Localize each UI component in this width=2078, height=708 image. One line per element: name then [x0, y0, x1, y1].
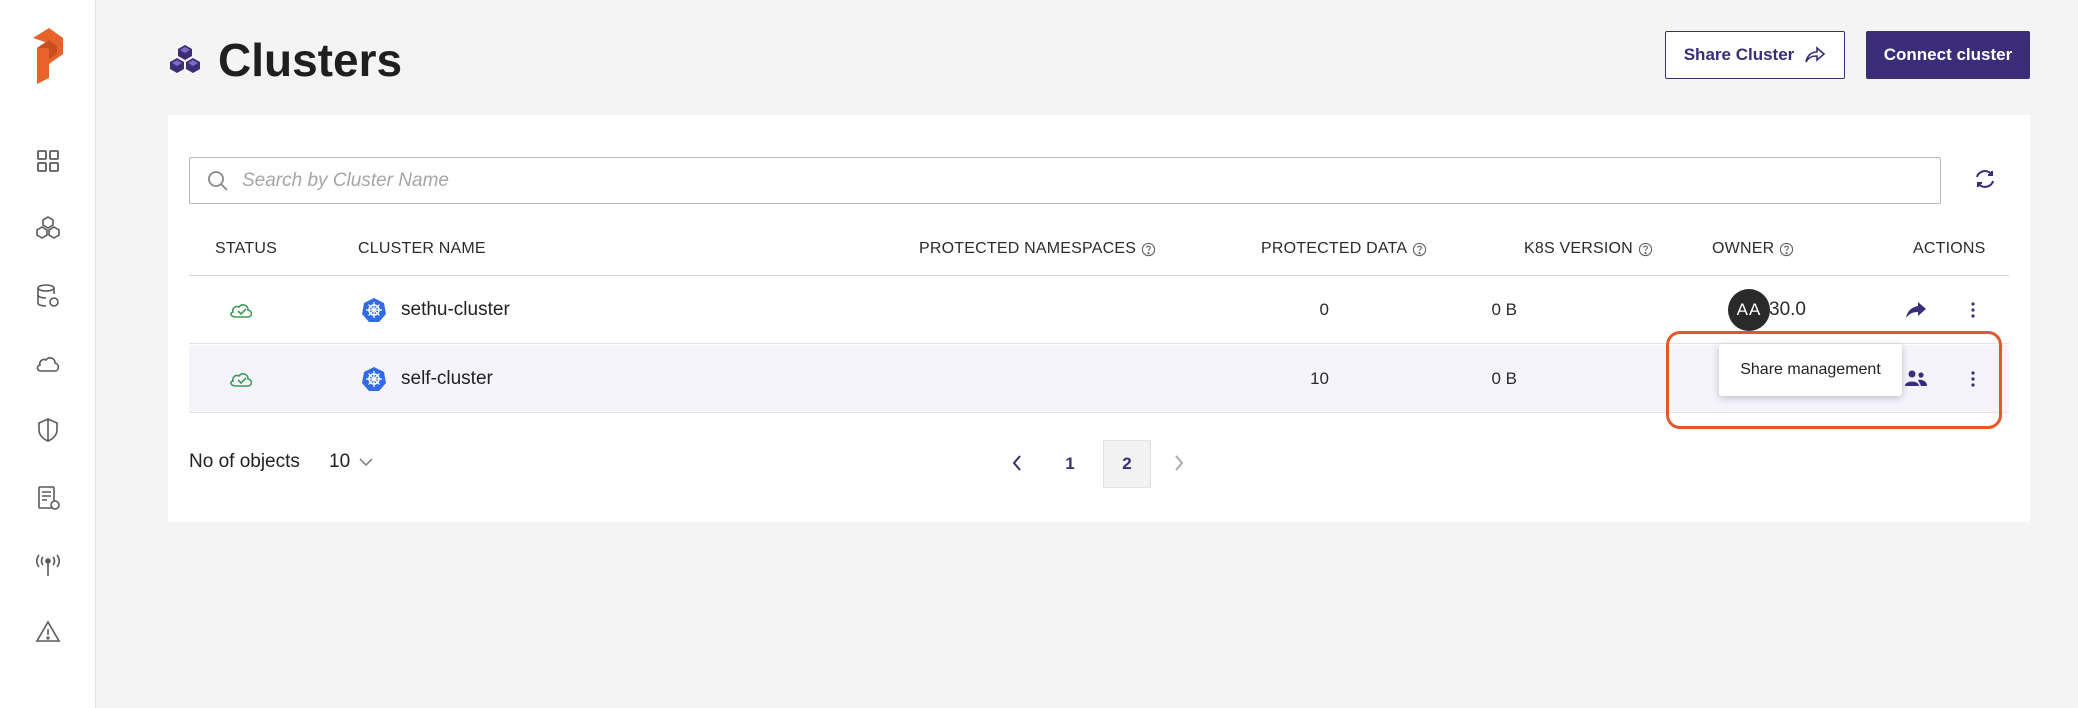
page-button-current[interactable]: 2 — [1103, 440, 1151, 488]
cluster-name[interactable]: sethu-cluster — [401, 299, 510, 321]
sidebar-item-clusters[interactable] — [28, 208, 68, 248]
page-title: Clusters — [218, 34, 403, 86]
owner-cell: AA — [1728, 276, 1770, 344]
search-icon — [208, 170, 228, 191]
share-management-icon[interactable] — [1903, 366, 1929, 392]
more-actions[interactable] — [1960, 276, 1986, 344]
column-header-actions: ACTIONS — [1913, 240, 1986, 258]
cluster-name[interactable]: self-cluster — [401, 368, 493, 390]
avatar[interactable]: AA — [1728, 289, 1770, 331]
chevron-down-icon — [359, 458, 373, 467]
column-header-version-label: K8S VERSION — [1524, 240, 1633, 257]
page-size-value: 10 — [329, 451, 351, 472]
reports-document-icon — [38, 486, 60, 510]
table-row[interactable]: sethu-cluster 0 0 B v1.30.0 AA — [189, 276, 2009, 344]
cloud-check-icon — [230, 304, 253, 318]
page-size-label: No of objects — [189, 451, 300, 472]
sidebar-item-storage[interactable] — [28, 276, 68, 316]
share-cluster-button[interactable]: Share Cluster — [1665, 31, 1845, 79]
more-vertical-icon[interactable] — [1960, 366, 1986, 392]
clusters-cubes-icon — [170, 45, 200, 73]
dashboard-grid-icon — [37, 150, 59, 172]
share-icon[interactable] — [1903, 297, 1929, 323]
share-cluster-label: Share Cluster — [1683, 45, 1795, 64]
chevron-right-icon — [1175, 455, 1184, 471]
kubernetes-icon — [362, 298, 386, 322]
refresh-icon — [1976, 169, 1994, 189]
more-actions[interactable] — [1960, 345, 1986, 413]
sidebar-item-antenna[interactable] — [28, 545, 68, 585]
help-circle-icon[interactable] — [1141, 242, 1156, 257]
column-header-status-label: STATUS — [215, 240, 277, 257]
kubernetes-icon — [362, 367, 386, 391]
column-header-owner-label: OWNER — [1712, 240, 1775, 257]
data-cell: 0 B — [1491, 369, 1517, 388]
alert-warning-icon — [35, 620, 61, 642]
refresh-button[interactable] — [1970, 164, 2000, 194]
name-cell[interactable]: self-cluster — [361, 345, 493, 413]
column-header-namespaces-label: PROTECTED NAMESPACES — [919, 240, 1137, 257]
status-cell — [229, 345, 255, 413]
column-header-data[interactable]: PROTECTED DATA — [1261, 240, 1427, 258]
name-cell[interactable]: sethu-cluster — [361, 276, 510, 344]
sidebar-item-dashboard[interactable] — [28, 141, 68, 181]
cloud-check-icon — [230, 373, 253, 387]
column-header-namespaces[interactable]: PROTECTED NAMESPACES — [919, 240, 1156, 258]
cloud-icon — [36, 357, 60, 372]
column-header-version[interactable]: K8S VERSION — [1524, 240, 1653, 258]
column-header-status: STATUS — [215, 240, 277, 258]
search-input[interactable] — [242, 169, 1922, 192]
column-header-data-label: PROTECTED DATA — [1261, 240, 1408, 257]
search-box[interactable] — [189, 157, 1941, 204]
version-cell: v1.30.0 — [1743, 299, 1806, 320]
antenna-icon — [35, 554, 61, 576]
previous-page-button[interactable] — [1002, 446, 1032, 480]
help-circle-icon[interactable] — [1412, 242, 1427, 257]
sidebar-item-security[interactable] — [28, 410, 68, 450]
help-circle-icon[interactable] — [1638, 242, 1653, 257]
storage-database-icon — [37, 284, 59, 307]
next-page-button[interactable] — [1164, 446, 1194, 480]
share-management-action[interactable] — [1903, 345, 1929, 413]
sidebar-item-cloud[interactable] — [28, 344, 68, 384]
column-header-actions-label: ACTIONS — [1913, 240, 1986, 257]
tooltip: Share management — [1719, 344, 1902, 396]
share-arrow-icon — [1805, 46, 1826, 63]
status-cell — [229, 276, 255, 344]
share-action[interactable] — [1903, 276, 1929, 344]
more-vertical-icon[interactable] — [1960, 297, 1986, 323]
page-size-select[interactable]: 10 — [329, 451, 374, 473]
column-header-name[interactable]: CLUSTER NAME — [358, 240, 486, 258]
logo-icon[interactable] — [29, 24, 67, 84]
page-button[interactable]: 1 — [1046, 440, 1094, 488]
data-cell: 0 B — [1491, 300, 1517, 319]
connect-cluster-button[interactable]: Connect cluster — [1866, 31, 2030, 79]
column-header-owner[interactable]: OWNER — [1712, 240, 1794, 258]
security-shield-icon — [38, 418, 58, 442]
sidebar — [0, 0, 96, 708]
page-header: Clusters — [166, 32, 402, 88]
clusters-cubes-icon — [36, 216, 60, 239]
sidebar-item-alerts[interactable] — [28, 612, 68, 652]
chevron-left-icon — [1012, 455, 1021, 471]
help-circle-icon[interactable] — [1779, 242, 1794, 257]
sidebar-item-reports[interactable] — [28, 478, 68, 518]
column-header-name-label: CLUSTER NAME — [358, 240, 486, 257]
